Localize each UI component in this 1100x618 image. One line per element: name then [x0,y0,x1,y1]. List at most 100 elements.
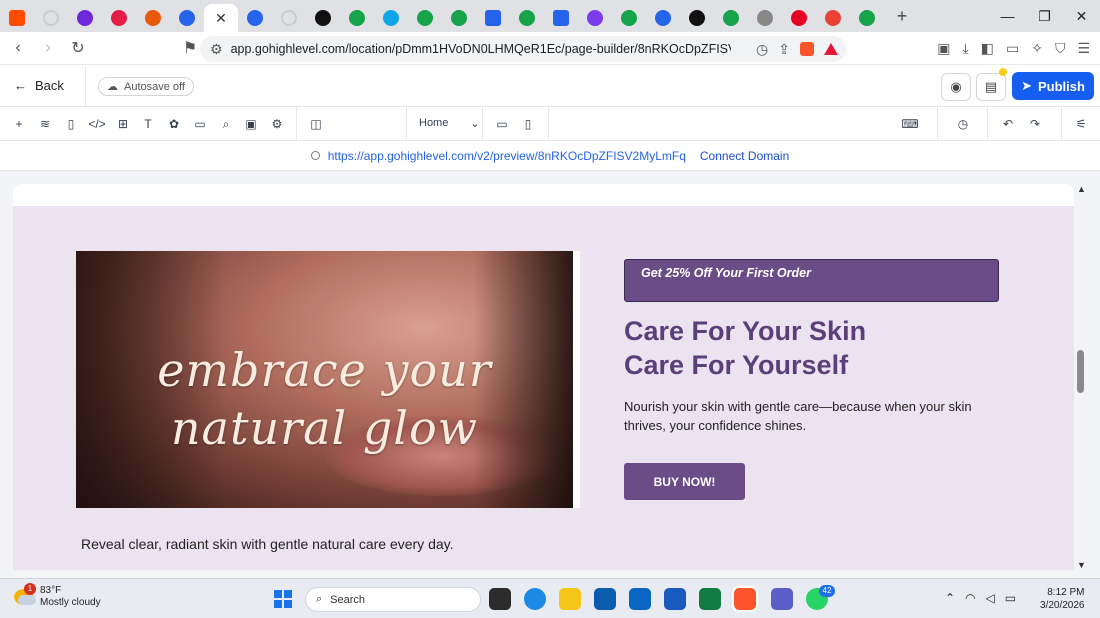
browser-tab[interactable] [272,4,306,32]
browser-tab[interactable] [408,4,442,32]
browser-tab[interactable]: ✕ [204,4,238,32]
store-icon[interactable] [594,588,616,610]
popup-icon[interactable]: ▭ [192,116,208,132]
reader-mode-icon[interactable]: ▣ [937,40,950,57]
hero-image[interactable]: embrace your natural glow [76,251,580,508]
new-tab-icon[interactable]: + [888,6,916,27]
canvas-scrollbar[interactable]: ▲ ▼ [1076,184,1086,570]
menu-icon[interactable]: ☰ [1077,40,1090,57]
url-field[interactable]: ⚙ app.gohighlevel.com/location/pDmm1HVoD… [200,36,846,62]
browser-tab[interactable] [680,4,714,32]
tracking-icon[interactable]: ⊞ [115,116,131,132]
layers-icon[interactable]: ≋ [37,116,53,132]
volume-icon[interactable]: ◁ [986,591,995,605]
wifi-icon[interactable]: ◠ [965,591,975,605]
version-history-icon[interactable]: ◷ [955,116,971,132]
scroll-down-icon[interactable]: ▼ [1077,560,1086,570]
typography-icon[interactable]: T [140,116,156,132]
settings-icon[interactable]: ⚙ [269,116,285,132]
redo-icon[interactable]: ↷ [1027,116,1043,132]
site-settings-icon[interactable]: ⚙ [210,41,223,58]
vpn-icon[interactable]: ⛉ [1055,40,1066,57]
download-icon[interactable]: ⤓ [963,40,969,57]
outlook-icon[interactable] [629,588,651,610]
split-view-icon[interactable]: ◫ [308,116,324,132]
browser-tab[interactable] [374,4,408,32]
brave-shields-icon[interactable] [800,42,814,56]
autosave-toggle[interactable]: ☁ Autosave off [98,77,194,96]
undo-icon[interactable]: ↶ [1000,116,1016,132]
publish-button[interactable]: ➤ Publish [1012,72,1094,100]
history-icon[interactable]: ◷ [756,41,768,58]
close-icon[interactable]: ✕ [215,10,227,27]
forward-arrow-icon[interactable]: › [36,39,60,57]
buy-now-button[interactable]: BUY NOW! [624,463,745,500]
reload-icon[interactable]: ↻ [66,38,90,58]
browser-tab[interactable] [476,4,510,32]
connect-domain-link[interactable]: Connect Domain [700,149,789,163]
browser-tab[interactable] [646,4,680,32]
browser-tab[interactable] [34,4,68,32]
bottom-copy-text[interactable]: Reveal clear, radiant skin with gentle n… [81,536,454,552]
page-settings-icon[interactable]: ⚟ [1073,116,1089,132]
browser-tab[interactable] [442,4,476,32]
browser-tab[interactable] [340,4,374,32]
excel-icon[interactable] [699,588,721,610]
browser-tab[interactable] [136,4,170,32]
mobile-view-icon[interactable]: ▯ [520,116,536,132]
browser-tab[interactable] [544,4,578,32]
leo-ai-icon[interactable]: ✧ [1031,40,1043,57]
page-selector[interactable]: Home ⌄ [419,117,480,130]
edge-icon[interactable] [524,588,546,610]
browser-tab[interactable] [612,4,646,32]
browser-tab[interactable] [306,4,340,32]
colors-icon[interactable]: ✿ [166,116,182,132]
weather-widget[interactable]: 1 83°F Mostly cloudy [14,583,101,609]
teams-icon[interactable] [771,588,793,610]
subcopy-text[interactable]: Nourish your skin with gentle care—becau… [624,397,1004,435]
seo-icon[interactable]: ⌕ [218,116,234,132]
scroll-up-icon[interactable]: ▲ [1077,184,1086,194]
browser-tab[interactable] [238,4,272,32]
brave-rewards-icon[interactable] [824,43,838,55]
preview-url-link[interactable]: https://app.gohighlevel.com/v2/preview/8… [328,149,686,163]
keyboard-icon[interactable]: ⌨ [901,116,918,132]
share-icon[interactable]: ⇪ [778,41,790,58]
browser-tab[interactable] [170,4,204,32]
bookmark-icon[interactable]: ⚑ [178,38,202,58]
canvas-top-section[interactable] [13,184,1074,206]
system-clock[interactable]: 8:12 PM 3/20/2026 [1040,586,1085,612]
taskbar-search[interactable]: ⌕ Search [305,587,481,612]
close-window-icon[interactable]: ✕ [1063,0,1100,32]
browser-tab[interactable] [748,4,782,32]
chevron-up-icon[interactable]: ⌃ [945,591,955,605]
sidebar-icon[interactable]: ◧ [981,40,994,57]
scroll-thumb[interactable] [1077,350,1084,393]
battery-icon[interactable]: ▭ [1005,591,1016,605]
restore-icon[interactable]: ❐ [1026,0,1063,32]
code-icon[interactable]: </> [88,116,105,132]
browser-tab[interactable] [714,4,748,32]
add-element-icon[interactable]: + [11,116,27,132]
browser-tab[interactable] [102,4,136,32]
word-icon[interactable] [664,588,686,610]
minimize-icon[interactable]: — [989,0,1026,32]
pages-icon[interactable]: ▯ [63,116,79,132]
media-icon[interactable]: ▣ [243,116,259,132]
browser-tab[interactable] [578,4,612,32]
brave-browser-icon[interactable] [732,586,758,612]
windows-start-icon[interactable] [274,590,292,608]
task-view-icon[interactable] [489,588,511,610]
save-button[interactable]: ▤ [976,73,1006,101]
wallet-icon[interactable]: ▭ [1006,40,1019,57]
page-headline[interactable]: Care For Your Skin Care For Yourself [624,314,866,382]
browser-tab[interactable] [816,4,850,32]
browser-tab[interactable] [782,4,816,32]
browser-tab[interactable] [0,4,34,32]
browser-tab[interactable] [850,4,884,32]
back-button[interactable]: ← Back [14,78,64,93]
file-explorer-icon[interactable] [559,588,581,610]
desktop-view-icon[interactable]: ▭ [494,116,510,132]
browser-tab[interactable] [510,4,544,32]
back-arrow-icon[interactable]: ‹ [6,39,30,57]
